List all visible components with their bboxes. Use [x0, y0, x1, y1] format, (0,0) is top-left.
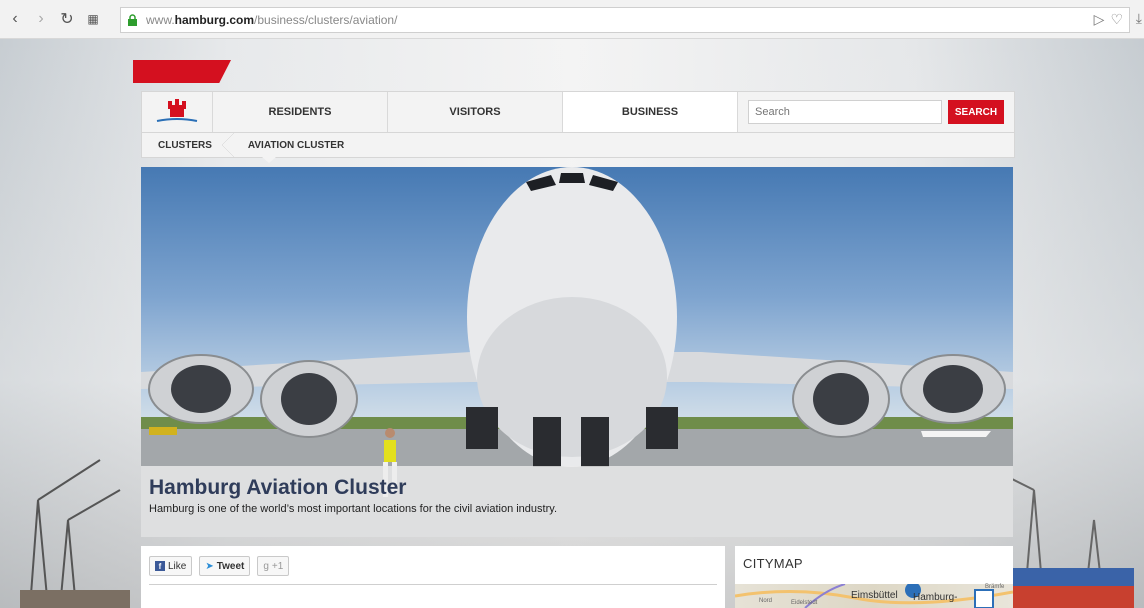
forward-icon[interactable]: ›	[30, 8, 52, 30]
citymap-map[interactable]: Eimsbüttel Hamburg- Eidelstedt Nord Bräm…	[735, 584, 1013, 608]
harbor-containers-image	[1004, 473, 1134, 608]
hero-caption: Hamburg Aviation Cluster Hamburg is one …	[141, 466, 1013, 537]
url-domain: hamburg.com	[174, 13, 255, 27]
grid-icon[interactable]: ▦	[82, 8, 104, 30]
google-plus-icon: g	[263, 560, 269, 572]
brand-tab	[133, 60, 231, 83]
map-label-eimsbuettel: Eimsbüttel	[851, 590, 898, 601]
nav-visitors[interactable]: VISITORS	[388, 92, 563, 132]
plus-one-label: +1	[271, 560, 284, 572]
nav-business[interactable]: BUSINESS	[563, 92, 738, 132]
send-icon[interactable]: ▷	[1094, 11, 1105, 28]
map-label-braemfe: Brämfe	[985, 584, 1005, 590]
hamburg-logo[interactable]	[142, 92, 213, 132]
breadcrumb-clusters[interactable]: CLUSTERS	[142, 133, 234, 157]
map-label-hamburg: Hamburg-	[913, 592, 958, 603]
tweet-label: Tweet	[216, 560, 245, 572]
url-prefix: www.	[146, 13, 175, 27]
browser-toolbar: ‹ › ↻ ▦ www. hamburg.com/business/cluster…	[0, 0, 1144, 39]
map-label-eidelstedt: Eidelstedt	[791, 600, 818, 606]
citymap-widget: CITYMAP Eimsbüttel Hamburg- Eidelstedt N…	[735, 546, 1013, 608]
search-area: SEARCH	[738, 92, 1014, 132]
main-content: f Like ➤ Tweet g +1	[141, 546, 725, 608]
back-icon[interactable]: ‹	[4, 8, 26, 30]
twitter-bird-icon: ➤	[205, 560, 214, 572]
address-bar[interactable]: www. hamburg.com/business/clusters/aviati…	[120, 7, 1130, 33]
like-label: Like	[168, 560, 187, 572]
map-label-nord: Nord	[759, 598, 773, 604]
hero-title: Hamburg Aviation Cluster	[149, 476, 407, 499]
search-input[interactable]	[748, 100, 942, 124]
google-plus-one-button[interactable]: g +1	[257, 556, 290, 576]
search-button[interactable]: SEARCH	[948, 100, 1004, 124]
reload-icon[interactable]: ↻	[56, 8, 78, 30]
tweet-button[interactable]: ➤ Tweet	[199, 556, 251, 576]
lock-icon	[128, 14, 137, 26]
hero-banner: Hamburg Aviation Cluster Hamburg is one …	[141, 167, 1013, 537]
divider	[149, 584, 717, 585]
facebook-icon: f	[155, 561, 165, 571]
url-path: /business/clusters/aviation/	[254, 13, 398, 27]
share-bar: f Like ➤ Tweet g +1	[149, 556, 290, 576]
citymap-title: CITYMAP	[743, 556, 803, 571]
hero-subtitle: Hamburg is one of the world’s most impor…	[149, 503, 557, 515]
castle-logo-icon	[156, 99, 198, 122]
heart-icon[interactable]: ♡	[1110, 11, 1123, 28]
download-icon[interactable]: ⤓	[1136, 10, 1142, 27]
harbor-crane-image	[20, 459, 130, 608]
site-header: RESIDENTS VISITORS BUSINESS SEARCH	[141, 91, 1015, 133]
breadcrumb-pointer	[262, 157, 276, 163]
breadcrumb: CLUSTERS AVIATION CLUSTER	[141, 132, 1015, 158]
nav-residents[interactable]: RESIDENTS	[213, 92, 388, 132]
breadcrumb-aviation-cluster[interactable]: AVIATION CLUSTER	[228, 133, 360, 157]
facebook-like-button[interactable]: f Like	[149, 556, 193, 576]
